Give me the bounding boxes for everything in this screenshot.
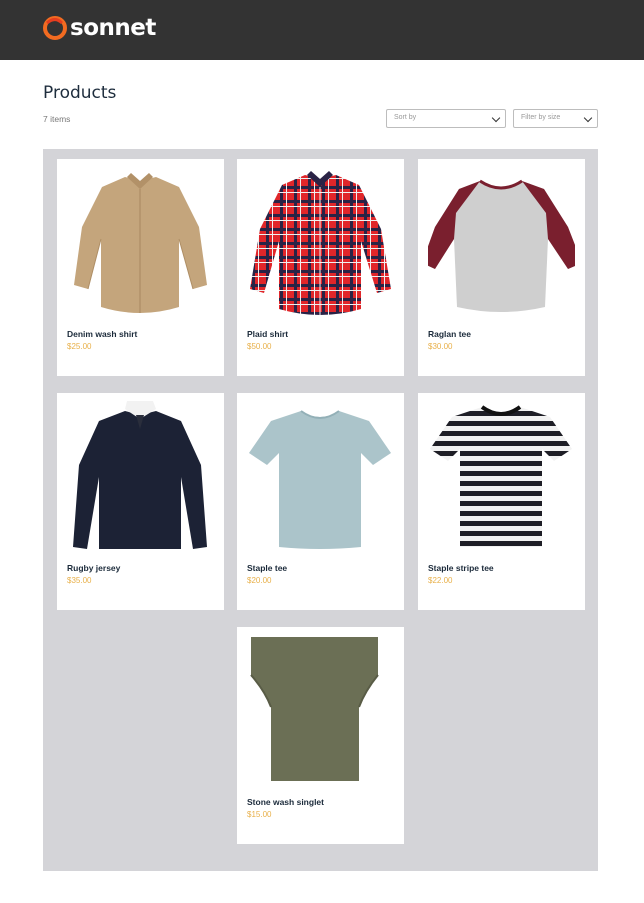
product-price: $22.00 xyxy=(428,576,453,585)
page-title: Products xyxy=(43,83,117,103)
item-count: 7 items xyxy=(43,114,71,124)
product-price: $50.00 xyxy=(247,342,272,351)
product-name[interactable]: Plaid shirt xyxy=(247,329,288,339)
chevron-down-icon xyxy=(491,113,501,123)
brand-name: sonnet xyxy=(70,15,156,41)
brand-logo[interactable]: sonnet xyxy=(43,13,156,43)
sort-dropdown[interactable]: Sort by xyxy=(386,109,506,128)
product-price: $30.00 xyxy=(428,342,453,351)
product-image[interactable] xyxy=(247,167,394,315)
product-card[interactable]: Rugby jersey $35.00 xyxy=(57,393,224,610)
filter-placeholder: Filter by size xyxy=(521,114,561,121)
product-price: $25.00 xyxy=(67,342,92,351)
sonnet-logo-icon xyxy=(43,16,67,40)
product-name[interactable]: Denim wash shirt xyxy=(67,329,137,339)
product-card[interactable]: Stone wash singlet $15.00 xyxy=(237,627,404,844)
product-price: $35.00 xyxy=(67,576,92,585)
product-name[interactable]: Raglan tee xyxy=(428,329,471,339)
product-card[interactable]: Raglan tee $30.00 xyxy=(418,159,585,376)
product-card[interactable]: Staple tee $20.00 xyxy=(237,393,404,610)
product-card[interactable]: Staple stripe tee $22.00 xyxy=(418,393,585,610)
product-card[interactable]: Denim wash shirt $25.00 xyxy=(57,159,224,376)
product-price: $20.00 xyxy=(247,576,272,585)
site-header: sonnet xyxy=(0,0,644,60)
product-name[interactable]: Staple tee xyxy=(247,563,287,573)
product-image[interactable] xyxy=(247,401,394,549)
product-card[interactable]: Plaid shirt $50.00 xyxy=(237,159,404,376)
product-image[interactable] xyxy=(247,635,394,783)
product-image[interactable] xyxy=(428,167,575,315)
product-name[interactable]: Staple stripe tee xyxy=(428,563,494,573)
product-name[interactable]: Stone wash singlet xyxy=(247,797,324,807)
chevron-down-icon xyxy=(583,113,593,123)
product-price: $15.00 xyxy=(247,810,272,819)
product-image[interactable] xyxy=(428,401,575,549)
product-name[interactable]: Rugby jersey xyxy=(67,563,120,573)
sort-placeholder: Sort by xyxy=(394,114,417,121)
size-filter-dropdown[interactable]: Filter by size xyxy=(513,109,598,128)
product-image[interactable] xyxy=(67,401,214,549)
product-image[interactable] xyxy=(67,167,214,315)
